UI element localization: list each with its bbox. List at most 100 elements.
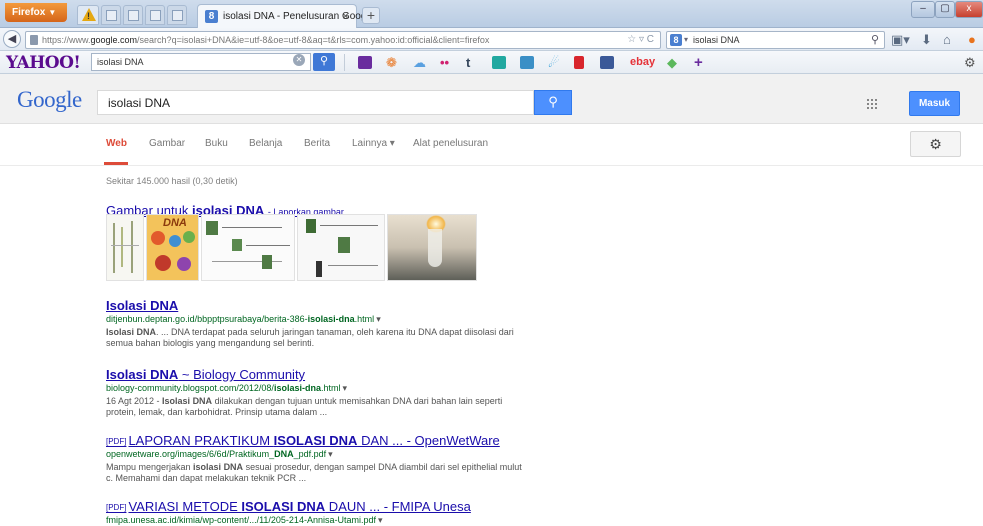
result-url: ditjenbun.deptan.go.id/bbpptpsurabaya/be… [106,314,381,324]
search-engine-icon[interactable]: 8 [670,34,682,46]
facebook-icon[interactable] [600,56,614,69]
firefox-menu-button[interactable]: Firefox ▼ [5,3,67,22]
news-icon[interactable] [520,56,534,69]
search-result: [PDF] LAPORAN PRAKTIKUM ISOLASI DNA DAN .… [106,433,526,484]
browser-search-text: isolasi DNA [693,35,740,45]
image-thumbnail[interactable]: DNA [146,214,199,281]
download-icon[interactable]: ⬇ [921,32,932,48]
result-snippet: 16 Agt 2012 - Isolasi DNA dilakukan deng… [106,396,503,417]
google-logo[interactable]: Google [17,87,82,113]
result-title-link[interactable]: [PDF] VARIASI METODE ISOLASI DNA DAUN ...… [106,499,526,514]
yahoo-search-button[interactable]: ⚲ [313,53,335,71]
pinned-tab[interactable] [123,5,143,25]
google-header: Google isolasi DNA ⚲ Masuk [0,74,983,124]
home-icon[interactable]: ⌂ [943,32,951,47]
address-bar[interactable]: https://www.google.com/search?q=isolasi+… [25,31,661,49]
image-thumbnail[interactable] [387,214,477,281]
photos-icon[interactable] [492,56,506,69]
page-icon [128,10,139,21]
sports-icon[interactable]: ☄ [548,54,560,71]
minimize-button[interactable]: – [911,1,935,18]
chevron-down-icon[interactable]: ▾ [378,515,383,525]
pinned-tab[interactable] [145,5,165,25]
image-thumbnail[interactable] [297,214,385,281]
result-url: biology-community.blogspot.com/2012/08/i… [106,383,347,393]
chevron-down-icon[interactable]: ▾ [684,35,688,44]
clear-icon[interactable]: ✕ [293,54,305,66]
google-search-input[interactable]: isolasi DNA [97,90,534,115]
apps-grid-icon[interactable] [866,98,878,110]
yahoo-search-input[interactable]: isolasi DNA [91,53,311,71]
browser-search-bar[interactable]: 8 ▾ isolasi DNA ⚲ [666,31,885,49]
result-title-link[interactable]: [PDF] LAPORAN PRAKTIKUM ISOLASI DNA DAN .… [106,433,526,448]
ebay-label: ebay [630,56,656,68]
result-title-link[interactable]: Isolasi DNA ~ Biology Community [106,367,526,382]
close-icon[interactable]: × [342,9,349,23]
weather-icon[interactable]: ☁ [413,54,426,71]
tab-web[interactable]: Web [106,138,127,149]
image-thumbnail[interactable] [201,214,295,281]
plus-icon[interactable]: + [694,54,703,71]
tag-icon[interactable]: ◆ [667,54,677,71]
tumblr-icon[interactable]: t [466,54,470,71]
tab-search-tools[interactable]: Alat penelusuran [413,138,488,149]
active-tab-title: isolasi DNA - Penelusuran Google [223,11,375,22]
result-url: openwetware.org/images/6/6d/Praktikum_DN… [106,449,333,459]
firefox-menu-label: Firefox [12,7,46,18]
google-search-text: isolasi DNA [108,96,171,110]
yahoo-logo[interactable]: YAHOO! [6,53,81,73]
window-titlebar: Firefox ▼ ! 8 isolasi DNA - Penelusuran G… [0,0,983,28]
pdf-tag: [PDF] [106,503,127,512]
tab-images[interactable]: Gambar [149,138,185,149]
result-title-link[interactable]: Isolasi DNA [106,298,526,313]
result-snippet: Mampu mengerjakan isolasi DNA sesuai pro… [106,462,522,483]
ebay-icon[interactable]: ebay [630,54,655,71]
google-favicon-icon: 8 [205,10,218,23]
result-url: fmipa.unesa.ac.id/kimia/wp-content/.../1… [106,515,383,525]
flickr-icon[interactable]: ❁ [386,54,397,71]
result-snippet: Isolasi DNA. ... DNA terdapat pada selur… [106,327,514,348]
search-result: Isolasi DNA ~ Biology Community biology-… [106,367,526,418]
chevron-down-icon[interactable]: ▾ [328,449,333,459]
bookmark-star-icon[interactable]: ☆ ▿ C [627,34,654,45]
active-tab-indicator [104,162,128,165]
bookmark-icon[interactable] [574,56,584,69]
yahoo-toolbar: YAHOO! isolasi DNA ✕ ⚲ ❁ ☁ •• t ☄ ebay ◆… [0,51,983,74]
close-window-button[interactable]: x [955,1,983,18]
address-text: https://www.google.com/search?q=isolasi+… [42,35,490,45]
search-icon[interactable]: ⚲ [871,33,879,46]
gear-icon[interactable]: ⚙ [964,54,976,71]
search-result: [PDF] VARIASI METODE ISOLASI DNA DAUN ...… [106,499,526,526]
chevron-down-icon: ▼ [48,8,57,17]
pinned-tab-warning[interactable]: ! [77,5,99,25]
search-icon: ⚲ [319,55,329,67]
new-tab-button[interactable]: + [362,7,380,24]
tab-shopping[interactable]: Belanja [249,138,282,149]
sign-in-button[interactable]: Masuk [909,91,960,116]
page-icon [106,10,117,21]
pinned-tab[interactable] [167,5,187,25]
tab-news[interactable]: Berita [304,138,330,149]
back-button[interactable]: ◀ [3,30,21,48]
chevron-down-icon[interactable]: ▾ [376,314,381,324]
bookmarks-menu-icon[interactable]: ▣▾ [891,32,910,48]
mail-icon[interactable] [358,56,372,69]
page-icon [172,10,183,21]
addon-icon[interactable]: ● [968,32,976,47]
search-tabs: Web Gambar Buku Belanja Berita Lainnya ▾… [0,124,983,166]
tab-books[interactable]: Buku [205,138,228,149]
search-icon: ⚲ [548,94,558,109]
navigation-bar: ◀ https://www.google.com/search?q=isolas… [0,28,983,51]
page-icon [150,10,161,21]
settings-button[interactable]: ⚙ [910,131,961,157]
dots-icon[interactable]: •• [440,54,449,71]
google-search-button[interactable]: ⚲ [534,90,572,115]
result-stats: Sekitar 145.000 hasil (0,30 detik) [106,176,238,186]
pinned-tab[interactable] [101,5,121,25]
image-thumbnail[interactable] [106,214,144,281]
active-tab[interactable]: 8 isolasi DNA - Penelusuran Google × [197,4,374,28]
tab-more[interactable]: Lainnya ▾ [352,138,395,149]
toolbar-divider [344,54,345,71]
maximize-button[interactable]: ▢ [935,1,955,18]
chevron-down-icon[interactable]: ▾ [342,383,347,393]
